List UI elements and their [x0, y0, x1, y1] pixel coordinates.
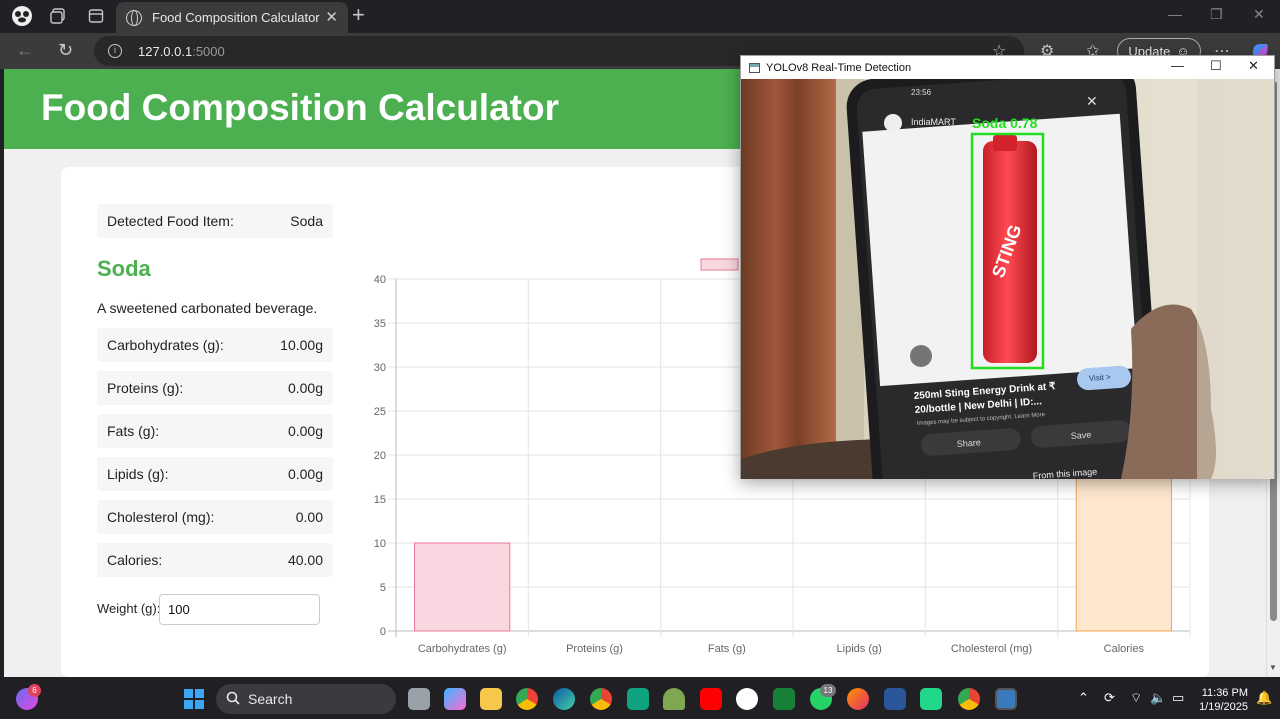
det-close-icon[interactable]: ✕ — [1248, 58, 1259, 74]
chrome-icon[interactable] — [516, 688, 538, 710]
y-tick-label: 0 — [380, 626, 386, 638]
y-tick-label: 5 — [380, 582, 386, 594]
phone-time: 23:56 — [911, 88, 932, 97]
detection-window: YOLOv8 Real-Time Detection — ☐ ✕ 23:56 I… — [740, 55, 1275, 479]
chrome-app-icon[interactable] — [958, 688, 980, 710]
app-icon — [749, 62, 760, 73]
browser-tabstrip: Food Composition Calculator ✕ + — ❐ ✕ — [0, 0, 1280, 33]
maximize-icon[interactable]: ❐ — [1210, 6, 1223, 23]
right-wall — [1197, 79, 1274, 479]
udemy-icon[interactable] — [736, 688, 758, 710]
legend-swatch — [700, 258, 739, 271]
curtain — [741, 79, 836, 479]
taskbar: 6 Search 13 ⌃ ⟳ ⌔ 🔈 ▭ 11:36 PM 1/19/2025… — [0, 680, 1280, 719]
minimize-icon[interactable]: — — [1168, 6, 1182, 22]
x-tick-label: Proteins (g) — [566, 643, 623, 655]
x-tick-label: Carbohydrates (g) — [418, 643, 507, 655]
y-tick-label: 15 — [374, 494, 386, 506]
chrome-profile-icon[interactable] — [590, 688, 612, 710]
volume-icon[interactable]: 🔈 — [1150, 690, 1166, 706]
bottle-cap — [993, 135, 1017, 151]
profile-avatar-icon[interactable] — [8, 4, 36, 28]
file-explorer-icon[interactable] — [480, 688, 502, 710]
workspaces-icon[interactable] — [44, 4, 72, 28]
close-window-icon[interactable]: ✕ — [1253, 6, 1265, 23]
word-icon[interactable] — [884, 688, 906, 710]
copilot-app-icon[interactable] — [444, 688, 466, 710]
scroll-down-icon[interactable]: ▼ — [1269, 663, 1277, 672]
tab-actions-icon[interactable] — [82, 4, 110, 28]
classroom-icon[interactable] — [773, 688, 795, 710]
wifi-icon[interactable]: ⌔ — [1130, 690, 1142, 706]
show-hidden-icons[interactable]: ⌃ — [1078, 690, 1089, 706]
y-tick-label: 10 — [374, 538, 386, 550]
back-icon[interactable]: ← — [16, 40, 34, 61]
notifications-icon[interactable]: 🔔 — [1256, 690, 1272, 706]
x-tick-label: Cholesterol (mg) — [951, 643, 1032, 655]
y-tick-label: 30 — [374, 362, 386, 374]
sync-icon[interactable]: ⟳ — [1104, 690, 1115, 706]
whatsapp-badge: 13 — [820, 684, 836, 697]
chess-icon[interactable] — [663, 688, 685, 710]
site-info-icon[interactable]: i — [108, 44, 122, 58]
new-tab-icon[interactable]: + — [352, 2, 365, 28]
url-port: :5000 — [192, 43, 225, 59]
tab-title: Food Composition Calculator — [152, 10, 320, 25]
det-maximize-icon[interactable]: ☐ — [1210, 58, 1222, 74]
lens-icon — [910, 345, 932, 367]
globe-icon — [126, 9, 142, 26]
x-tick-label: Lipids (g) — [837, 643, 882, 655]
clock-time: 11:36 PM — [1201, 687, 1248, 699]
pycharm-icon[interactable] — [920, 688, 942, 710]
taskbar-search[interactable]: Search — [216, 684, 396, 714]
save-label: Save — [1070, 430, 1091, 441]
share-label: Share — [956, 437, 981, 449]
url-host: 127.0.0.1 — [138, 43, 193, 59]
x-tick-label: Fats (g) — [708, 643, 746, 655]
camera-feed: 23:56 IndiaMART ✕ STING Soda 0.78 250ml … — [741, 79, 1274, 479]
task-view-icon[interactable] — [408, 688, 430, 710]
x-tick-label: Calories — [1104, 643, 1145, 655]
page-title: Food Composition Calculator — [41, 87, 559, 128]
search-label: Search — [248, 691, 293, 707]
battery-icon[interactable]: ▭ — [1172, 690, 1184, 706]
clock[interactable]: 11:36 PM 1/19/2025 — [1196, 686, 1248, 714]
refresh-icon[interactable]: ↻ — [58, 40, 73, 61]
y-tick-label: 20 — [374, 450, 386, 462]
det-minimize-icon[interactable]: — — [1171, 58, 1184, 73]
indiamart-logo — [884, 114, 902, 132]
y-tick-label: 35 — [374, 318, 386, 330]
clock-date: 1/19/2025 — [1199, 701, 1248, 713]
edge-icon[interactable] — [553, 688, 575, 710]
detection-titlebar: YOLOv8 Real-Time Detection — ☐ ✕ — [741, 56, 1274, 79]
youtube-icon[interactable] — [700, 688, 722, 710]
notification-badge: 6 — [28, 684, 41, 697]
visit-label: Visit > — [1089, 372, 1112, 383]
phone-close-icon: ✕ — [1086, 93, 1098, 109]
search-icon — [226, 691, 240, 708]
y-tick-label: 25 — [374, 406, 386, 418]
start-icon[interactable] — [184, 689, 204, 709]
detection-window-title: YOLOv8 Real-Time Detection — [766, 61, 912, 74]
close-tab-icon[interactable]: ✕ — [325, 8, 338, 26]
detection-label: Soda 0.78 — [972, 115, 1038, 131]
python-window-icon[interactable] — [995, 688, 1017, 710]
chatgpt-icon[interactable] — [627, 688, 649, 710]
tab-food-composition[interactable]: Food Composition Calculator ✕ — [116, 2, 348, 33]
chart-bar — [414, 542, 511, 632]
phone-app-name: IndiaMART — [911, 117, 956, 127]
firefox-icon[interactable] — [847, 688, 869, 710]
y-tick-label: 40 — [374, 274, 386, 286]
